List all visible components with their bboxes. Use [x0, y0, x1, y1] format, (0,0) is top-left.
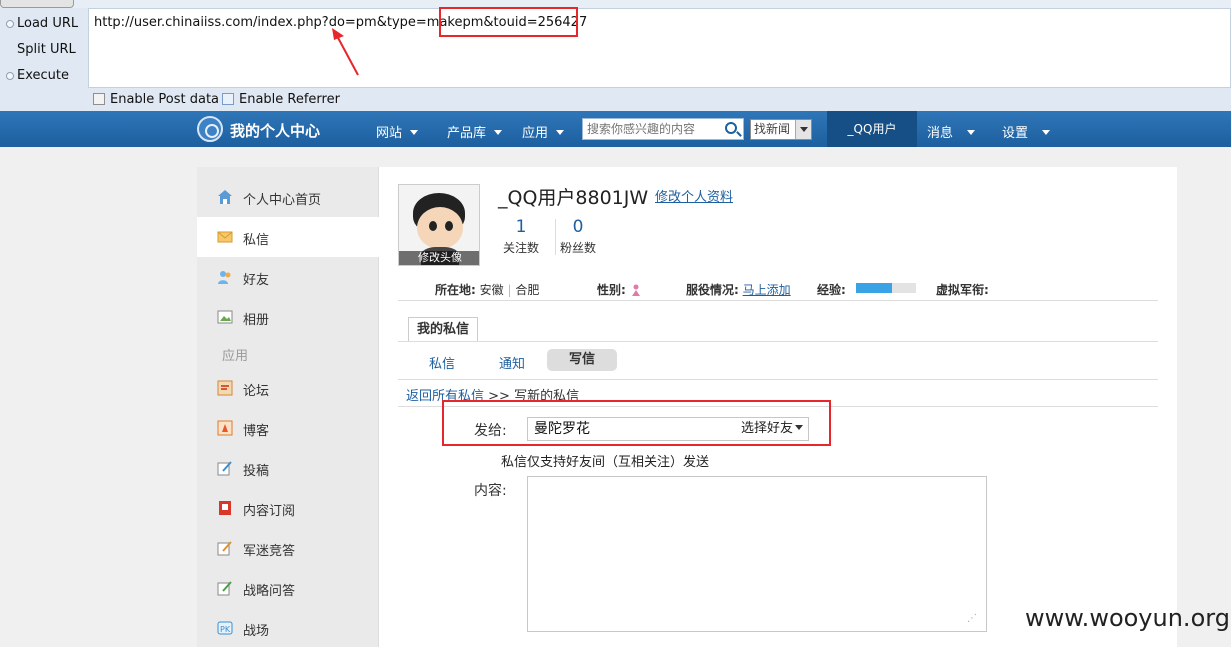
sidebar-item-quiz[interactable]: 军迷竞答 [197, 528, 379, 568]
forum-icon [217, 380, 233, 396]
nav-item-products[interactable]: 产品库 [447, 122, 503, 141]
message-content-input[interactable] [527, 476, 987, 632]
enable-post-checkbox[interactable]: Enable Post data [93, 92, 219, 108]
enable-referrer-checkbox[interactable]: Enable Referrer [222, 92, 340, 108]
follow-stat[interactable]: 1 关注数 [503, 217, 539, 256]
nav-item-website[interactable]: 网站 [376, 122, 419, 141]
qa-icon [217, 581, 232, 596]
rank-info: 虚拟军衔: [936, 283, 989, 297]
caret-down-icon [967, 130, 976, 135]
search-scope-select[interactable]: 找新闻 [750, 119, 812, 140]
checkbox-icon[interactable] [222, 93, 234, 105]
nav-title[interactable]: 我的个人中心 [230, 120, 320, 141]
subtab-messages[interactable]: 私信 [429, 353, 455, 372]
fans-stat[interactable]: 0 粉丝数 [560, 217, 596, 256]
sidebar-item-submit[interactable]: 投稿 [197, 448, 379, 488]
hackbar-top-strip [0, 0, 1231, 8]
nav-search-box [582, 118, 744, 140]
sidebar-section-apps: 应用 [222, 349, 249, 364]
user-name: _QQ用户8801JW [498, 187, 649, 209]
annotation-arrow-icon [332, 28, 359, 76]
caret-down-icon [1042, 130, 1051, 135]
recipient-hint: 私信仅支持好友间（互相关注）发送 [501, 455, 710, 470]
bullet-icon [6, 72, 14, 80]
pk-icon: PK [217, 621, 233, 635]
resize-grip-icon[interactable]: ⋰ [967, 613, 981, 627]
sidebar-item-battlefield[interactable]: PK 战场 [197, 608, 379, 647]
subscribe-icon [219, 501, 231, 515]
caret-down-icon [556, 130, 565, 135]
female-icon [631, 284, 640, 296]
svg-text:PK: PK [220, 625, 231, 634]
nav-item-messages[interactable]: 消息 [927, 122, 976, 141]
hackbar-actions: Load URL Split URL Execute [0, 8, 88, 88]
service-info: 服役情况: 马上添加 [686, 283, 791, 297]
split-url-button[interactable]: Split URL [10, 39, 86, 61]
avatar[interactable]: 修改头像 [398, 184, 480, 266]
album-icon [217, 310, 233, 324]
nav-user[interactable]: _QQ用户 [827, 111, 917, 147]
add-service-link[interactable]: 马上添加 [743, 283, 791, 297]
sidebar: 个人中心首页 私信 好友 相册 应用 论坛 博客 投稿 内容订阅 军迷竞答 战略… [197, 167, 379, 647]
hackbar-panel: Load URL Split URL Execute http://user.c… [0, 0, 1231, 111]
home-icon [218, 190, 232, 204]
edit-profile-link[interactable]: 修改个人资料 [655, 186, 733, 205]
highlight-box-url [439, 7, 578, 37]
site-navbar: 我的个人中心 网站 产品库 应用 找新闻 _QQ用户 消息 设置 [0, 111, 1231, 147]
execute-button[interactable]: Execute [6, 65, 86, 87]
tab-my-messages[interactable]: 我的私信 [408, 317, 478, 342]
sidebar-item-album[interactable]: 相册 [197, 297, 379, 337]
content-label: 内容: [474, 483, 507, 499]
subtab-notices[interactable]: 通知 [499, 353, 525, 372]
gender-info: 性别: [597, 281, 642, 298]
sidebar-item-home[interactable]: 个人中心首页 [197, 177, 379, 217]
sidebar-item-friends[interactable]: 好友 [197, 257, 379, 297]
sidebar-item-subscribe[interactable]: 内容订阅 [197, 488, 379, 528]
hackbar-top-button[interactable] [0, 0, 74, 8]
exp-progress-bar [856, 283, 916, 293]
watermark: www.wooyun.org [1025, 604, 1230, 632]
site-logo-icon[interactable] [197, 116, 223, 142]
checkbox-icon[interactable] [93, 93, 105, 105]
nav-item-apps[interactable]: 应用 [522, 122, 565, 141]
mail-icon [217, 231, 233, 243]
nav-item-settings[interactable]: 设置 [1002, 122, 1051, 141]
edit-icon [217, 461, 232, 476]
load-url-button[interactable]: Load URL [6, 13, 86, 35]
friends-icon [218, 271, 231, 284]
bullet-icon [6, 20, 14, 28]
caret-down-icon [494, 130, 503, 135]
search-icon[interactable] [725, 122, 737, 134]
subtab-compose[interactable]: 写信 [547, 349, 617, 371]
sidebar-item-forum[interactable]: 论坛 [197, 368, 379, 408]
location-info: 所在地: 安徽 | 合肥 [435, 283, 540, 297]
sidebar-item-strategy-qa[interactable]: 战略问答 [197, 568, 379, 608]
exp-info: 经验: [817, 283, 846, 297]
quiz-icon [217, 541, 232, 556]
blog-icon [217, 420, 233, 436]
change-avatar-caption[interactable]: 修改头像 [399, 251, 479, 265]
sidebar-item-messages[interactable]: 私信 [197, 217, 379, 257]
caret-down-icon [410, 130, 419, 135]
hackbar-url-field[interactable]: http://user.chinaiiss.com/index.php?do=p… [88, 8, 1231, 88]
sidebar-item-blog[interactable]: 博客 [197, 408, 379, 448]
dropdown-arrow-icon[interactable] [795, 120, 811, 139]
search-input[interactable] [583, 119, 719, 139]
highlight-box-recipient [442, 400, 831, 446]
